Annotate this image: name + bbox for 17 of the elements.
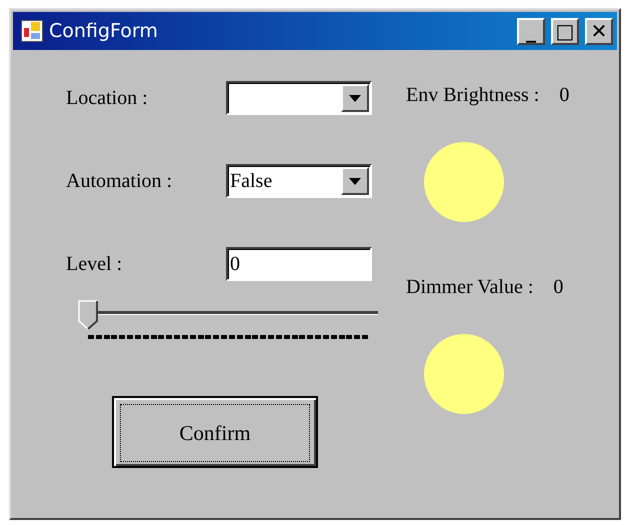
input-field[interactable]: 0: [226, 247, 372, 281]
indicator-value: 0: [553, 276, 564, 299]
app-icon: [21, 20, 43, 42]
dropdown[interactable]: [226, 81, 372, 115]
indicator-label: Env Brightness :: [406, 84, 540, 107]
maximize-button[interactable]: □: [551, 18, 579, 44]
confirm-button[interactable]: Confirm: [112, 396, 318, 468]
minimize-button[interactable]: _: [517, 18, 545, 44]
close-button[interactable]: ✕: [585, 18, 613, 44]
indicator-label: Dimmer Value :: [406, 276, 534, 299]
field-label: Level :: [66, 252, 124, 276]
slider-thumb[interactable]: [78, 300, 98, 330]
dropdown[interactable]: False: [226, 164, 372, 198]
field-label: Location :: [66, 86, 149, 110]
window-title: ConfigForm: [49, 20, 158, 42]
field-label: Automation :: [66, 170, 174, 192]
indicator-value: 0: [559, 84, 570, 107]
